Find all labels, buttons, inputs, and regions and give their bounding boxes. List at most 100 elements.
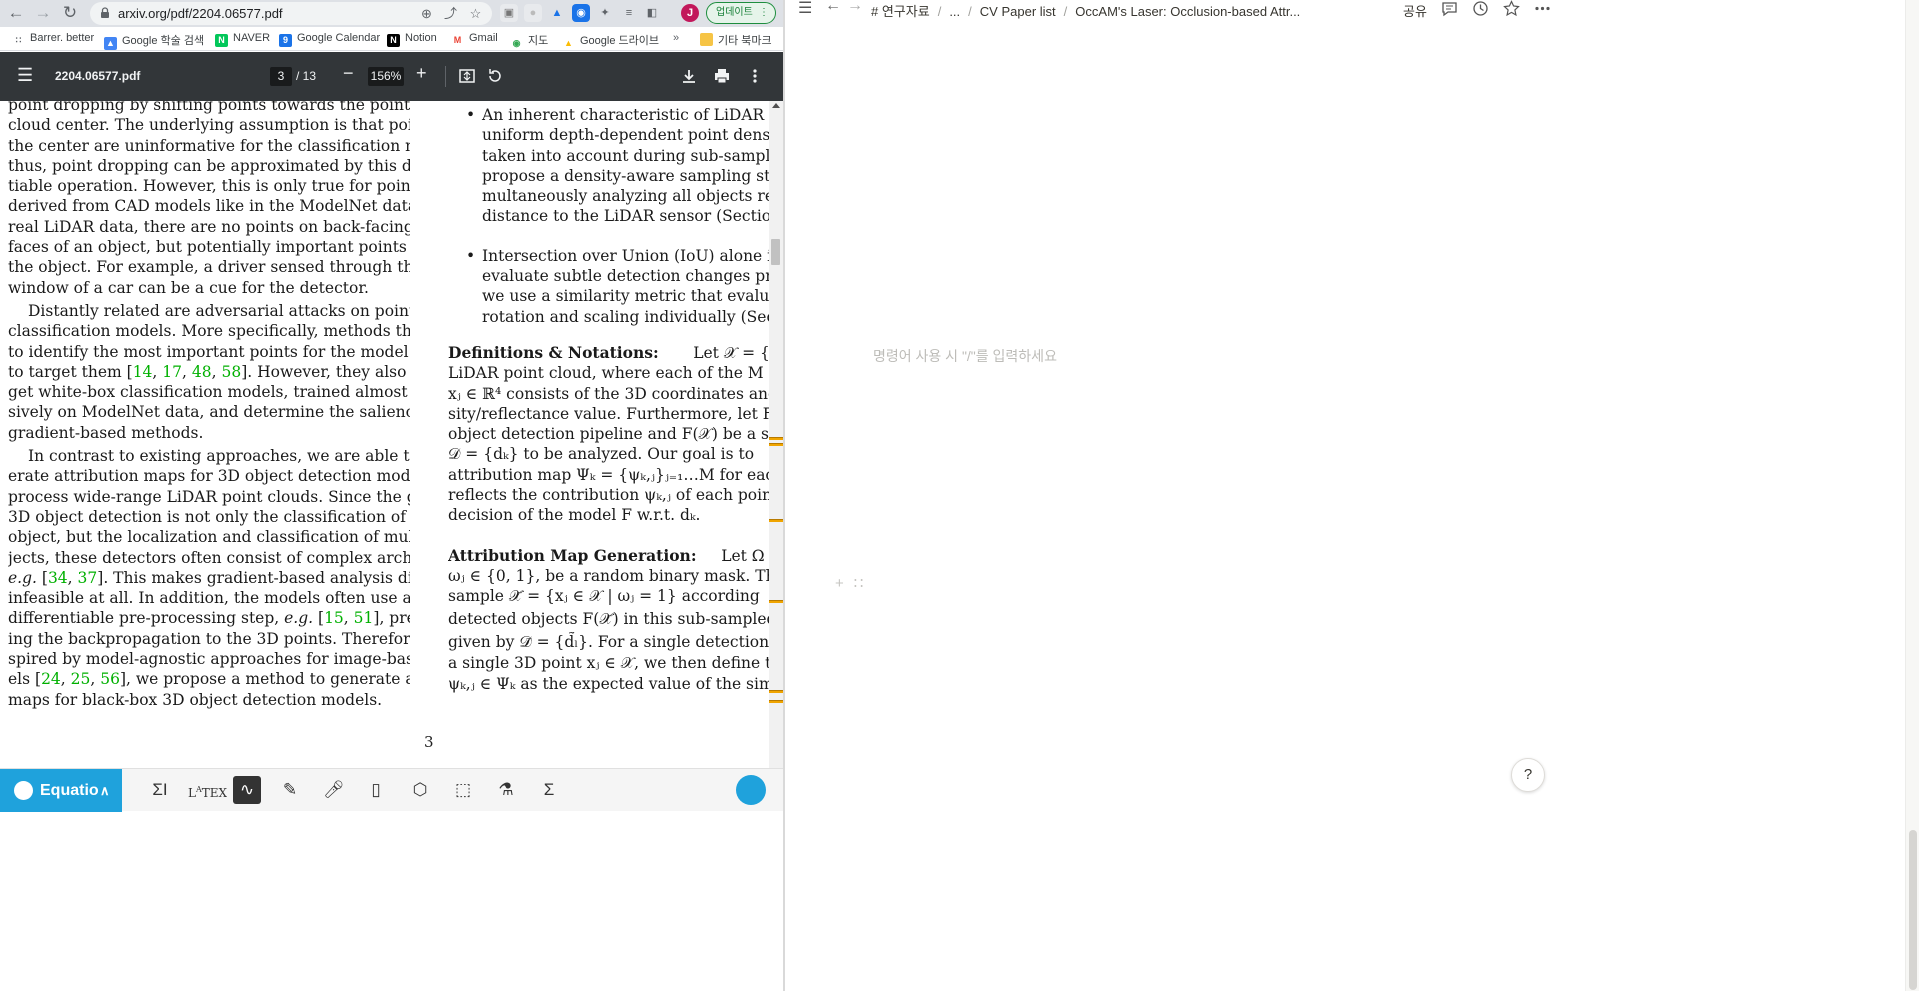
math-editor-icon[interactable]: ΣI: [146, 776, 174, 804]
bookmark-other-folder[interactable]: 기타 북마크: [700, 32, 772, 48]
page-number-input[interactable]: 3: [270, 67, 292, 86]
paper-line: cloud center. The underlying assumption …: [8, 116, 410, 135]
zoom-level-input[interactable]: 156%: [368, 67, 404, 86]
bookmark-label: NAVER: [233, 32, 271, 44]
paper-line: erate attribution maps for 3D object det…: [8, 467, 410, 486]
bookmark-star-icon[interactable]: ☆: [468, 6, 483, 21]
more-vert-icon[interactable]: [746, 67, 764, 85]
equatio-menu-button[interactable]: Equatio ∧: [0, 769, 122, 812]
paper-line: ψₖ,ⱼ ∈ Ψₖ as the expected value of the s…: [448, 674, 778, 693]
update-label: 업데이트: [716, 7, 753, 18]
dots-grid-icon: ∷: [12, 34, 25, 47]
pdf-scrollbar[interactable]: [769, 101, 783, 768]
rotate-icon[interactable]: [486, 67, 504, 85]
download-icon[interactable]: [680, 67, 698, 85]
bookmarks-overflow-chevron[interactable]: »: [673, 32, 679, 44]
pdf-filename: 2204.06577.pdf: [55, 69, 141, 83]
microphone-icon[interactable]: 🎤︎: [320, 776, 348, 804]
extension-icon-1[interactable]: ▣: [500, 4, 518, 22]
extension-icon-2[interactable]: ●: [524, 4, 542, 22]
equatio-copy-icon[interactable]: [736, 775, 766, 805]
back-arrow-icon[interactable]: ←: [825, 0, 841, 15]
paper-line: LiDAR point cloud, where each of the M u…: [448, 364, 778, 383]
page-number: 3: [424, 733, 434, 751]
breadcrumb-item[interactable]: # 연구자료: [871, 4, 930, 19]
paper-line: An inherent characteristic of LiDAR data: [448, 105, 778, 125]
bookmark-google-scholar[interactable]: ▲ Google 학술 검색: [104, 32, 204, 50]
search-highlight-marker: [769, 690, 783, 693]
share-icon[interactable]: ⤴: [443, 6, 458, 21]
paper-line: multaneously analyzing all objects regar…: [482, 187, 778, 206]
paper-line: window of a car can be a cue for the det…: [8, 278, 369, 297]
fit-page-icon[interactable]: [458, 67, 476, 85]
forward-button[interactable]: →: [32, 2, 54, 24]
more-horizontal-icon[interactable]: [1534, 0, 1551, 17]
address-bar[interactable]: arxiv.org/pdf/2204.06577.pdf ⊕ ⤴ ☆: [90, 2, 492, 25]
menu-icon[interactable]: ☰: [17, 65, 33, 86]
paper-line: a single 3D point xⱼ ∈ 𝒳, we then define…: [448, 654, 778, 673]
paper-line: reflects the contribution ψₖ,ⱼ of each p…: [448, 486, 778, 505]
comment-icon[interactable]: [1441, 0, 1458, 17]
3d-cube-icon[interactable]: ⬡: [406, 776, 434, 804]
add-block-icon[interactable]: +: [835, 575, 844, 592]
paragraph-heading: Definitions & Notations:: [448, 342, 659, 362]
drag-handle-icon[interactable]: ∷: [854, 575, 864, 592]
history-clock-icon[interactable]: [1472, 0, 1489, 17]
mobile-icon[interactable]: ▯: [362, 776, 390, 804]
bookmark-naver[interactable]: N NAVER: [215, 32, 270, 47]
share-button[interactable]: 공유: [1403, 1, 1427, 20]
bookmark-label: Notion: [405, 32, 437, 44]
puzzle-icon[interactable]: ✦: [596, 4, 614, 22]
graph-icon[interactable]: ∿: [233, 776, 261, 804]
forward-arrow-icon[interactable]: →: [847, 0, 863, 15]
scroll-thumb[interactable]: [771, 239, 780, 265]
screenshot-icon[interactable]: ⬚: [449, 776, 477, 804]
paper-line: object detection pipeline and F(𝒳) be a …: [448, 425, 778, 444]
back-button[interactable]: ←: [5, 2, 27, 24]
paper-line: infeasible at all. In addition, the mode…: [8, 589, 410, 608]
print-icon[interactable]: [713, 67, 731, 85]
bookmark-maps[interactable]: ◉ 지도: [510, 32, 548, 50]
bookmark-google-calendar[interactable]: 9 Google Calendar: [279, 32, 380, 47]
scroll-thumb[interactable]: [1909, 830, 1917, 990]
help-button[interactable]: ?: [1511, 758, 1545, 792]
breadcrumb-item[interactable]: ...: [949, 4, 960, 19]
pdf-page[interactable]: point dropping by shifting points toward…: [0, 101, 783, 768]
favorite-star-icon[interactable]: [1503, 0, 1520, 17]
paper-line: the object. For example, a driver sensed…: [8, 258, 410, 277]
update-button[interactable]: 업데이트 ⋮: [706, 2, 776, 24]
extension-icon-4[interactable]: ◉: [572, 4, 590, 22]
equatio-brand-label: Equatio: [40, 782, 99, 799]
reading-list-icon[interactable]: ≡: [620, 4, 638, 22]
bookmark-notion[interactable]: N Notion: [387, 32, 437, 47]
reload-button[interactable]: ↻: [59, 2, 81, 24]
bookmark-gmail[interactable]: M Gmail: [451, 32, 498, 47]
bookmark-barrer[interactable]: ∷ Barrer. better: [12, 32, 94, 47]
paper-line: attribution map Ψₖ = {ψₖ,ⱼ}ⱼ₌₁…M for eac…: [448, 465, 778, 484]
paper-line: sity/reflectance value. Furthermore, let…: [448, 404, 778, 423]
latex-icon[interactable]: LATEX: [188, 776, 227, 804]
page-total: / 13: [296, 69, 317, 83]
profile-avatar[interactable]: J: [681, 4, 699, 22]
handwriting-icon[interactable]: ✎: [276, 776, 304, 804]
paper-line: spired by model-agnostic approaches for …: [8, 650, 410, 669]
zoom-in-button[interactable]: +: [416, 63, 427, 84]
scroll-up-arrow-icon[interactable]: [772, 103, 780, 108]
paper-line: taken into account during sub-sampling.: [482, 146, 778, 165]
zoom-out-button[interactable]: −: [343, 63, 354, 84]
paper-line: ing the backpropagation to the 3D points…: [8, 629, 410, 648]
chemistry-icon[interactable]: ⚗: [492, 776, 520, 804]
zoom-icon[interactable]: ⊕: [419, 6, 434, 21]
paper-line: detected objects F(𝒳̃) in this sub-sampl…: [448, 610, 778, 629]
bookmark-drive[interactable]: ▲ Google 드라이브: [562, 32, 659, 50]
side-panel-icon[interactable]: ◧: [643, 4, 661, 22]
more-vert-icon: ⋮: [759, 7, 769, 18]
math-search-icon[interactable]: Σ: [535, 776, 563, 804]
notion-scrollbar[interactable]: [1905, 0, 1919, 991]
breadcrumb-item[interactable]: OccAM's Laser: Occlusion-based Attr...: [1075, 4, 1300, 19]
breadcrumb-item[interactable]: CV Paper list: [980, 4, 1056, 19]
sidebar-toggle-icon[interactable]: ☰: [798, 0, 812, 18]
paper-line: e.g. [34, 37]. This makes gradient-based…: [8, 568, 410, 587]
extension-icon-3[interactable]: ▲: [548, 4, 566, 22]
empty-block-placeholder[interactable]: 명령어 사용 시 "/"를 입력하세요: [873, 346, 1057, 366]
